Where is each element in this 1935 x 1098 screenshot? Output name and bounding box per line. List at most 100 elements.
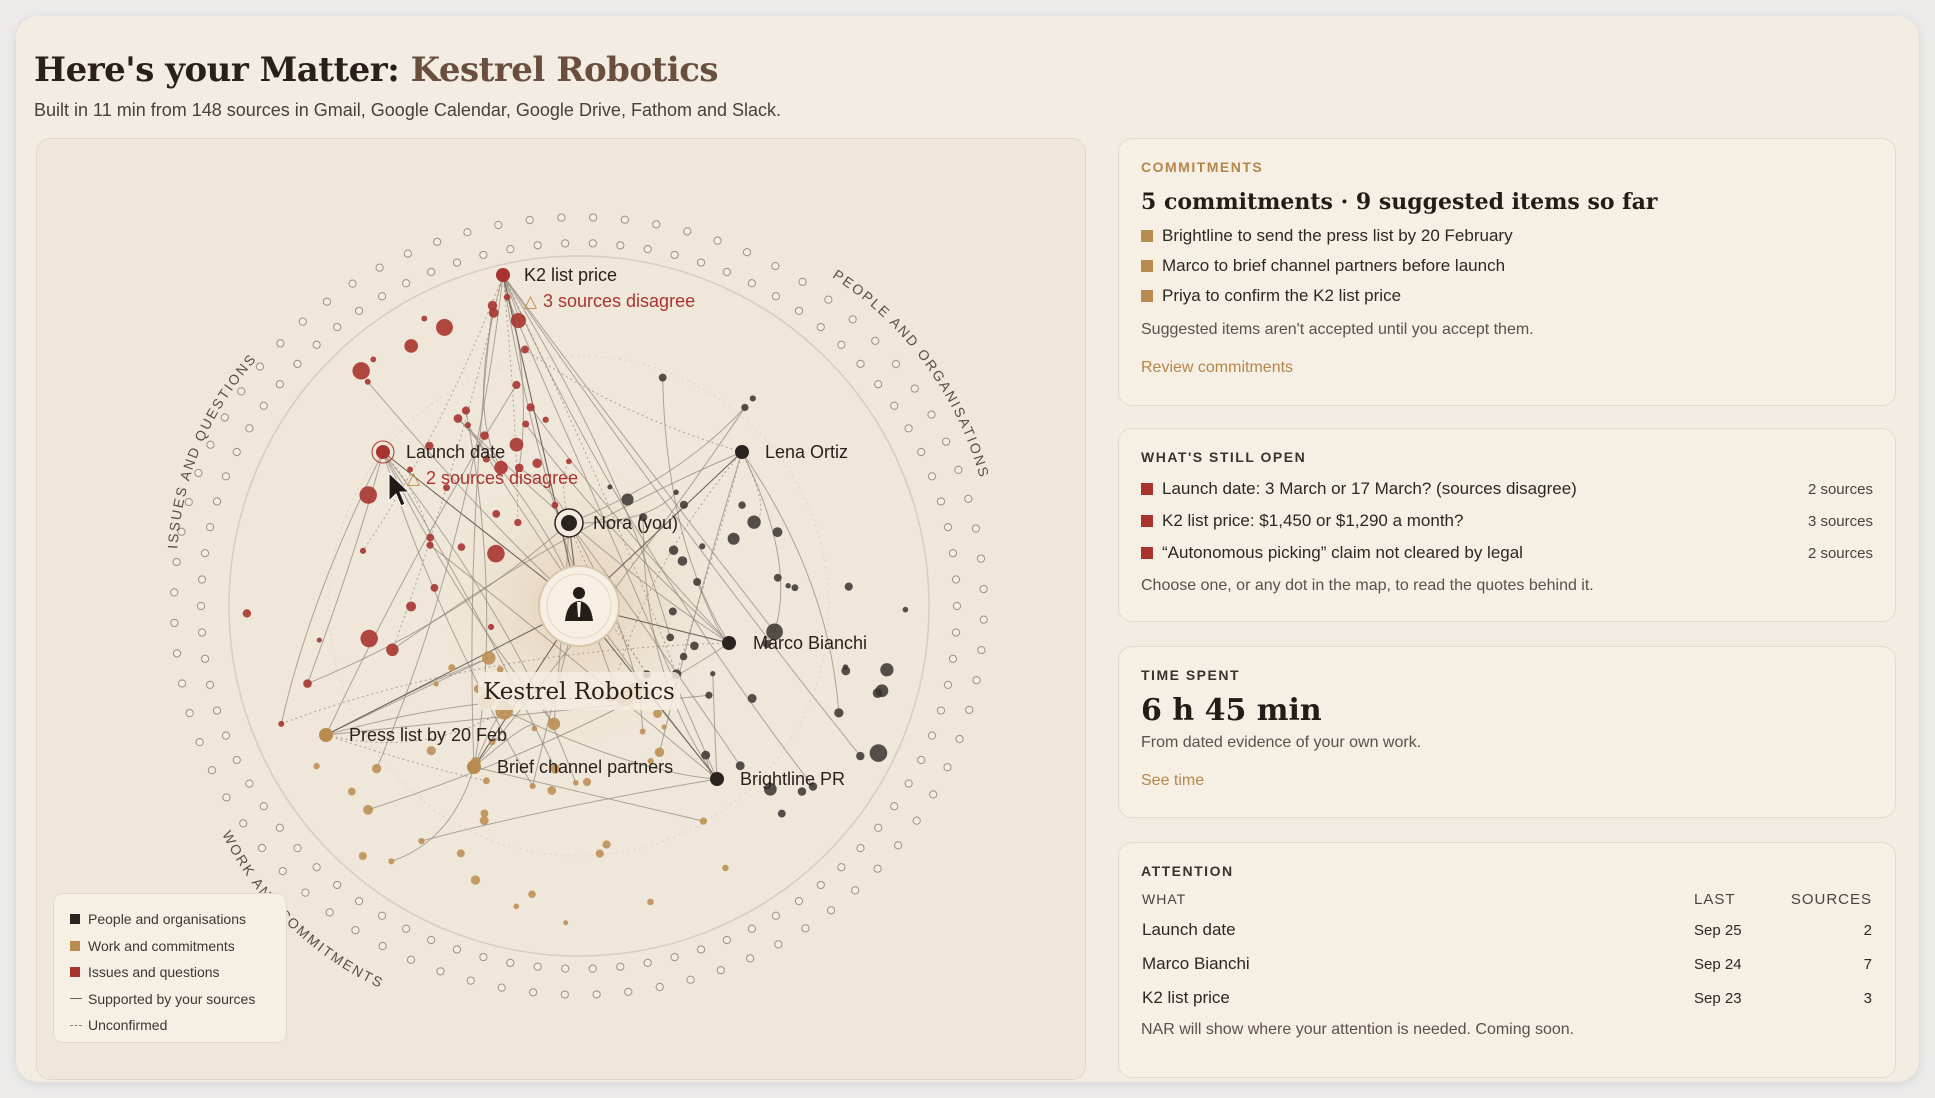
node-nora[interactable]: Nora (you) (554, 508, 678, 538)
orbit-dot (354, 897, 364, 906)
open-item[interactable]: “Autonomous picking” claim not cleared b… (1141, 537, 1873, 569)
issues-dot (316, 637, 322, 643)
attention-row[interactable]: K2 list price Sep 23 3 (1141, 981, 1873, 1015)
orbit-dot (207, 766, 217, 775)
orbit-dot (463, 228, 472, 237)
orbit-dot (904, 424, 913, 433)
work-dot (347, 787, 356, 796)
warning-icon: △ (524, 292, 538, 312)
attention-eyebrow: ATTENTION (1141, 863, 1234, 879)
node-launch-disagree[interactable]: △ 2 sources disagree (407, 468, 578, 489)
orbit-dot (185, 709, 194, 718)
orbit-dot (433, 237, 442, 246)
label-launch-date: Launch date (406, 442, 505, 462)
issues-dot (360, 629, 378, 648)
people-dot (679, 652, 688, 661)
orbit-dot (722, 267, 731, 277)
node-brief-partners[interactable]: Brief channel partners (467, 757, 673, 777)
commitments-eyebrow: COMMITMENTS (1141, 159, 1264, 175)
review-commitments-link[interactable]: Review commitments (1141, 359, 1873, 377)
commitment-item[interactable]: Brightline to send the press list by 20 … (1141, 221, 1873, 251)
matter-window: Here's your Matter: Kestrel Robotics Bui… (16, 16, 1919, 1082)
node-k2-disagree[interactable]: △ 3 sources disagree (524, 291, 695, 312)
orbit-dot (312, 863, 321, 872)
orbit-dot (894, 841, 903, 850)
commitment-item[interactable]: Priya to confirm the K2 list price (1141, 281, 1873, 311)
people-dot (785, 583, 791, 589)
work-dot (595, 849, 604, 858)
orbit-dot (378, 941, 387, 951)
commitment-marker (1141, 290, 1153, 302)
orbit-dot (436, 967, 445, 976)
orbit-dot (377, 292, 387, 301)
warning-icon: △ (407, 469, 421, 489)
orbit-dot (533, 962, 542, 971)
orbit-dot (890, 401, 899, 410)
work-dot (482, 777, 490, 785)
orbit-dot (205, 680, 215, 690)
open-item[interactable]: K2 list price: $1,450 or $1,290 a month?… (1141, 505, 1873, 537)
legend-issues: Issues and questions (70, 959, 286, 986)
orbit-dot (170, 588, 179, 597)
node-brightline[interactable]: Brightline PR (710, 769, 845, 789)
issues-dot (406, 601, 417, 612)
orbit-dot (871, 336, 880, 345)
orbit-dot (452, 945, 462, 954)
issues-dot (514, 518, 522, 527)
orbit-dot (927, 410, 936, 419)
time-note: From dated evidence of your own work. (1141, 734, 1422, 751)
attention-table: WHAT LAST SOURCES Launch date Sep 25 2 M… (1141, 885, 1873, 1015)
label-brightline: Brightline PR (740, 769, 845, 789)
center-node[interactable] (538, 565, 620, 647)
col-sources: SOURCES (1790, 890, 1872, 908)
orbit-dot (557, 213, 566, 222)
issues-dot (480, 431, 489, 440)
orbit-dot (771, 911, 781, 920)
work-dot (418, 837, 425, 845)
orbit-dot (874, 823, 883, 832)
orbit-dot (351, 926, 360, 935)
issues-dot (370, 356, 377, 363)
see-time-link[interactable]: See time (1141, 772, 1873, 790)
people-dot (747, 693, 757, 703)
node-k2-price[interactable]: K2 list price (496, 265, 617, 285)
legend-solid-line (70, 998, 82, 1000)
orbit-dot (196, 601, 206, 611)
issues-dot (278, 720, 285, 727)
work-dot (456, 849, 465, 858)
orbit-dot (794, 306, 804, 315)
attention-row[interactable]: Marco Bianchi Sep 24 7 (1141, 947, 1873, 981)
time-spent-card: TIME SPENT 6 h 45 min From dated evidenc… (1118, 646, 1896, 818)
legend-swatch-people (70, 914, 80, 925)
issues-dot (487, 623, 495, 631)
node-lena[interactable]: Lena Ortiz (735, 442, 848, 462)
issues-dot (426, 533, 435, 542)
people-dot (902, 606, 909, 613)
work-dot (661, 724, 667, 730)
open-item[interactable]: Launch date: 3 March or 17 March? (sourc… (1141, 473, 1873, 505)
relationship-map[interactable]: ISSUES AND QUESTIONS PEOPLE AND ORGANISA… (36, 138, 1086, 1080)
orbit-dot (971, 524, 980, 533)
legend-swatch-issues (70, 967, 80, 978)
orbit-dot (927, 731, 937, 740)
attention-note: NAR will show where your attention is ne… (1141, 1021, 1575, 1038)
orbit-dot (951, 628, 961, 637)
commitment-item[interactable]: Marco to brief channel partners before l… (1141, 251, 1873, 281)
work-dot (313, 762, 320, 770)
attention-row[interactable]: Launch date Sep 25 2 (1141, 913, 1873, 947)
work-dot (433, 681, 439, 687)
issues-dot (404, 339, 419, 353)
legend-dashed-line (70, 1024, 82, 1026)
orbit-dot (494, 220, 503, 230)
open-item-sources: 2 sources (1807, 544, 1873, 562)
orbit-dot (816, 322, 825, 332)
orbit-dot (206, 440, 215, 449)
orbit-dot (912, 816, 921, 825)
orbit-dot (222, 793, 231, 802)
people-dot (856, 751, 865, 761)
work-dot (528, 890, 536, 899)
work-dot (547, 717, 561, 731)
label-nora: Nora (you) (593, 513, 678, 533)
node-marco[interactable]: Marco Bianchi (722, 633, 867, 653)
issues-dot (426, 541, 434, 549)
